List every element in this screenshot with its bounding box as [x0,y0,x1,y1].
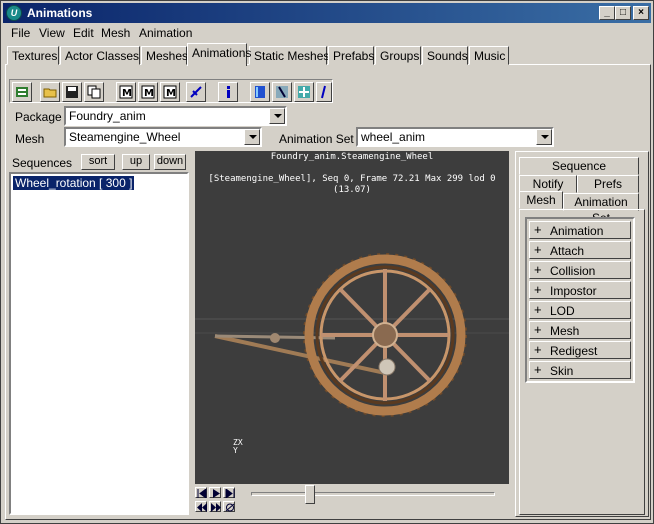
group-lod[interactable]: + LOD [529,301,631,319]
toolbar: M M M [9,79,333,103]
package-label: Package [15,110,62,124]
tab-groups[interactable]: Groups [375,46,421,65]
tab-actor-classes[interactable]: Actor Classes [60,46,140,65]
step-forward-icon[interactable] [223,487,235,498]
unreal-logo-icon: U [6,5,22,21]
copy-icon[interactable] [84,82,104,102]
tab-music[interactable]: Music [469,46,509,65]
loop-icon[interactable] [223,501,235,512]
menu-bar: File View Edit Mesh Animation [3,24,651,42]
axis-indicator: ZX Y [233,439,243,455]
mesh-edit-icon[interactable]: M [138,82,158,102]
viewport-fps: (13.07) [333,185,371,195]
expand-plus-icon: + [534,322,542,337]
step-back-icon[interactable] [195,487,207,498]
up-button[interactable]: up [122,154,150,170]
menu-edit[interactable]: Edit [73,26,94,40]
viewport-status: [Steamengine_Wheel], Seq 0, Frame 72.21 … [208,174,496,184]
svg-text:M: M [144,88,154,99]
group-skin[interactable]: + Skin [529,361,631,379]
group-animation[interactable]: + Animation [529,221,631,239]
sort-button[interactable]: sort [81,154,115,170]
animation-set-value: wheel_anim [361,130,426,144]
expand-plus-icon: + [534,222,542,237]
info-icon[interactable] [218,82,238,102]
sequences-label: Sequences [12,156,73,170]
menu-view[interactable]: View [39,26,65,40]
mesh-label: Mesh [15,132,45,146]
tab-mesh[interactable]: Mesh [519,191,563,209]
mesh-new-icon[interactable]: M [116,82,136,102]
property-group-list: + Animation + Attach + Collision + Impostor … [525,217,635,383]
svg-text:M: M [166,88,176,99]
chevron-down-icon[interactable] [244,129,260,145]
rewind-icon[interactable] [195,501,207,512]
tab-prefabs[interactable]: Prefabs [328,46,374,65]
tab-static-meshes[interactable]: Static Meshes [249,46,329,65]
tab-sequence[interactable]: Sequence [519,157,639,175]
tab-sounds[interactable]: Sounds [422,46,468,65]
tab-animations[interactable]: Animations [187,43,251,66]
save-icon[interactable] [62,82,82,102]
minimize-button[interactable]: _ [599,6,615,20]
link-icon[interactable] [186,82,206,102]
animation-set-label: Animation Set [279,132,354,146]
animation-set-combo[interactable]: wheel_anim [356,127,554,147]
chevron-down-icon[interactable] [536,129,552,145]
group-mesh[interactable]: + Mesh [529,321,631,339]
frame-slider-track[interactable] [251,492,495,496]
svg-text:M: M [122,88,132,99]
expand-plus-icon: + [534,302,542,317]
expand-plus-icon: + [534,362,542,377]
package-value: Foundry_anim [69,109,146,123]
menu-file[interactable]: File [11,26,30,40]
expand-plus-icon: + [534,342,542,357]
open-folder-icon[interactable] [40,82,60,102]
mesh-value: Steamengine_Wheel [69,130,181,144]
load-icon[interactable] [12,82,32,102]
menu-mesh[interactable]: Mesh [101,26,130,40]
maximize-button[interactable]: □ [615,6,631,20]
pose-icon[interactable] [272,82,292,102]
expand-plus-icon: + [534,262,542,277]
animation-viewport[interactable]: Foundry_anim.Steamengine_Wheel [Steameng… [195,151,509,484]
group-redigest[interactable]: + Redigest [529,341,631,359]
frame-slider-thumb[interactable] [304,485,315,504]
animations-window: U Animations _ □ × File View Edit Mesh A… [0,0,654,524]
list-item[interactable]: Wheel_rotation [ 300 ] [13,176,135,190]
expand-plus-icon: + [534,282,542,297]
fast-forward-icon[interactable] [209,501,221,512]
mesh-add-icon[interactable]: M [160,82,180,102]
package-combo[interactable]: Foundry_anim [64,106,287,126]
tab-textures[interactable]: Textures [7,46,59,65]
down-button[interactable]: down [154,154,186,170]
book-icon[interactable] [250,82,270,102]
tab-prefs[interactable]: Prefs [577,175,639,193]
group-collision[interactable]: + Collision [529,261,631,279]
mesh-combo[interactable]: Steamengine_Wheel [64,127,262,147]
axis-label: ZX Y [233,438,243,455]
expand-plus-icon: + [534,242,542,257]
skeleton-icon[interactable] [294,82,314,102]
chevron-down-icon[interactable] [269,108,285,124]
window-title: Animations [27,6,93,20]
figure-icon[interactable] [316,82,332,102]
close-button[interactable]: × [633,6,649,20]
title-bar[interactable]: U Animations _ □ × [3,3,651,23]
group-attach[interactable]: + Attach [529,241,631,259]
sequence-list[interactable]: Wheel_rotation [ 300 ] [9,172,189,515]
tab-meshes[interactable]: Meshes [141,46,188,65]
menu-animation[interactable]: Animation [139,26,192,40]
play-icon[interactable] [209,487,221,498]
viewport-title: Foundry_anim.Steamengine_Wheel [270,152,434,162]
group-impostor[interactable]: + Impostor [529,281,631,299]
playback-controls [195,485,509,517]
